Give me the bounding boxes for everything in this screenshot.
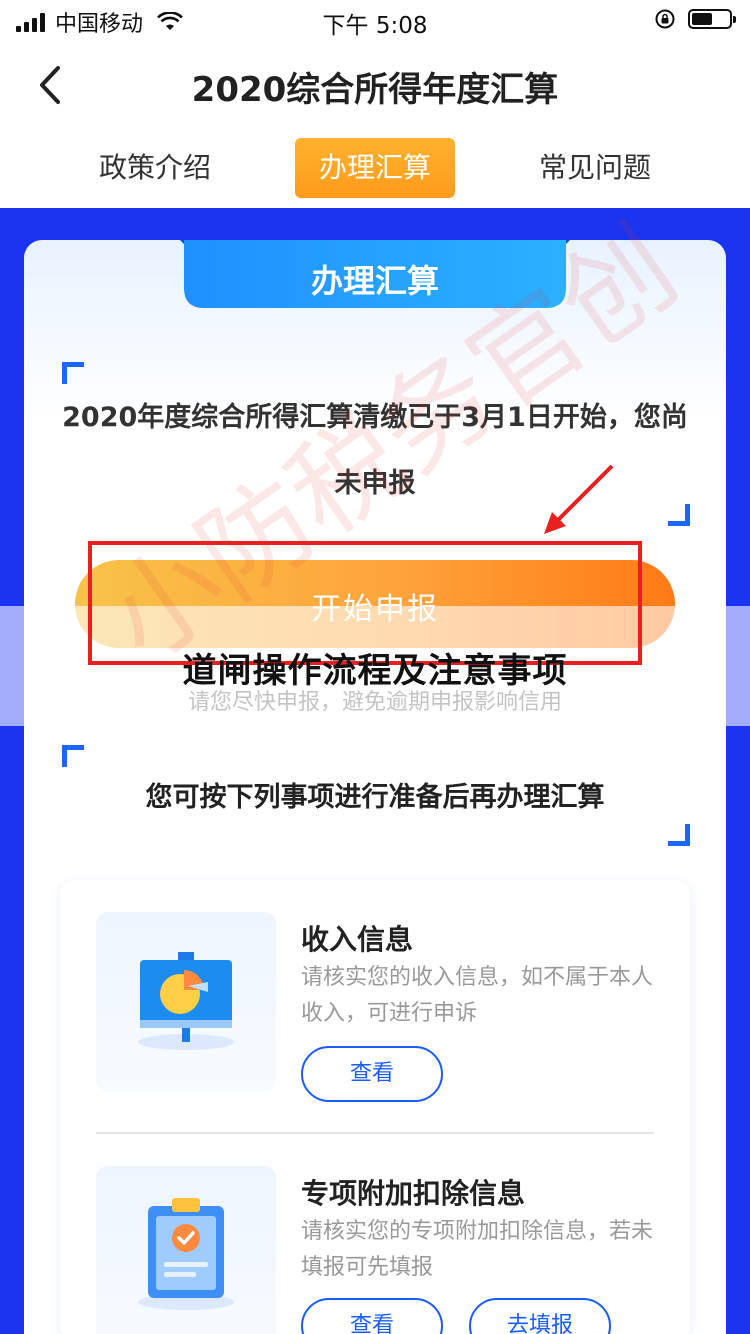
page-title: 2020综合所得年度汇算 [191,70,559,110]
status-bar: 中国移动 下午 5:08 [0,0,750,40]
tab-bar: 政策介绍 办理汇算 常见问题 [0,138,750,200]
rotation-lock-icon [655,9,675,29]
battery-icon [688,9,736,29]
income-title: 收入信息 [301,923,414,956]
income-illustration [96,912,276,1092]
tab-process-settlement[interactable]: 办理汇算 [295,138,455,198]
annotation-arrow-icon [544,464,614,534]
clipboard-check-icon [138,1198,234,1310]
presentation-chart-icon [138,952,234,1050]
corner-bracket-top-left [62,362,84,384]
deduction-title: 专项附加扣除信息 [301,1177,526,1210]
status-right [654,8,736,30]
deduction-illustration [96,1166,276,1334]
view-deduction-button[interactable]: 查看 [301,1298,443,1334]
corner-bracket-top-left-2 [62,745,84,767]
ribbon-label: 办理汇算 [310,262,439,300]
preparation-title: 您可按下列事项进行准备后再办理汇算 [145,782,605,813]
list-item-special-deduction: 专项附加扣除信息 请核实您的专项附加扣除信息，若未填报可先填报 查看 去填报 [96,1166,656,1334]
list-divider [96,1132,654,1134]
tab-faq[interactable]: 常见问题 [515,138,675,198]
list-item-income: 收入信息 请核实您的收入信息，如不属于本人收入，可进行申诉 查看 [96,912,656,1132]
view-income-button[interactable]: 查看 [301,1046,443,1102]
overlay-title: 道闸操作流程及注意事项 [182,651,568,691]
tab-policy[interactable]: 政策介绍 [75,138,235,198]
deduction-description: 请核实您的专项附加扣除信息，若未填报可先填报 [301,1219,654,1280]
fill-deduction-button[interactable]: 去填报 [469,1298,611,1334]
status-time: 下午 5:08 [322,13,428,39]
corner-bracket-bottom-right-2 [668,824,690,846]
nav-header: 2020综合所得年度汇算 [0,40,750,130]
preparation-list: 收入信息 请核实您的收入信息，如不属于本人收入，可进行申诉 查看 专项附加扣除信… [60,880,690,1334]
income-description: 请核实您的收入信息，如不属于本人收入，可进行申诉 [301,965,654,1026]
